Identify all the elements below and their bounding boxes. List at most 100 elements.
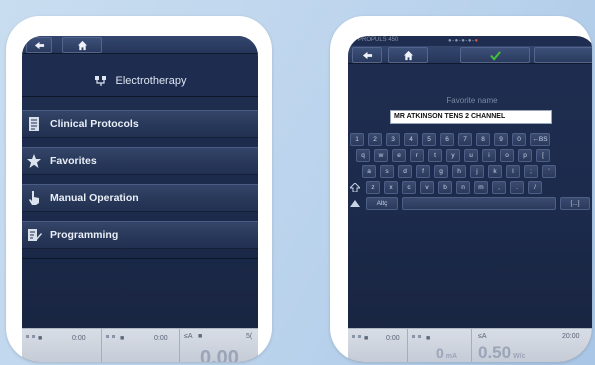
status-bar: ■ 0:00 ■ 0:00 ≤A ■ 5( 0.00 — [22, 328, 258, 362]
keyboard-key[interactable]: s — [380, 165, 394, 178]
keyboard-key[interactable]: 6 — [440, 133, 454, 146]
keyboard-key[interactable]: z — [366, 181, 380, 194]
keyboard-key[interactable]: 4 — [404, 133, 418, 146]
keyboard-key[interactable]: 2 — [368, 133, 382, 146]
channel-indicator-icon: ■ — [364, 335, 369, 342]
back-arrow-icon — [34, 41, 44, 49]
channel-indicator-icon: ■ — [426, 335, 431, 342]
top-toolbar — [348, 46, 592, 64]
divider — [22, 96, 258, 97]
channel-indicator-icon: ■ — [198, 333, 203, 340]
intensity-readout: 0.00 — [200, 347, 239, 362]
channel-indicator-icon: ■ — [120, 335, 125, 342]
empty-toolbar-button[interactable] — [534, 47, 592, 63]
divider — [22, 258, 258, 259]
keyboard-key[interactable]: x — [384, 181, 398, 194]
document-icon — [22, 110, 46, 138]
channel-indicator-icon: ■ — [38, 335, 43, 342]
keyboard-key[interactable]: v — [420, 181, 434, 194]
favorite-name-field[interactable]: MR ATKINSON TENS 2 CHANNEL — [390, 110, 552, 124]
keyboard-key[interactable]: f — [416, 165, 430, 178]
space-bar[interactable] — [402, 197, 556, 210]
home-button[interactable] — [62, 37, 102, 53]
electrodes-icon — [106, 335, 115, 338]
edit-document-icon — [22, 221, 46, 249]
menu-item-programming[interactable]: Programming — [22, 221, 258, 249]
keyboard-key[interactable]: t — [428, 149, 442, 162]
page-title-label: Electrotherapy — [115, 75, 187, 87]
keyboard-key[interactable]: a — [362, 165, 376, 178]
back-button[interactable] — [26, 37, 52, 53]
arrow-up-icon — [350, 200, 360, 207]
keyboard-key[interactable]: ' — [542, 165, 556, 178]
keyboard-key[interactable]: j — [470, 165, 484, 178]
keyboard-key[interactable]: 1 — [350, 133, 364, 146]
keyboard-key[interactable]: 7 — [458, 133, 472, 146]
home-button[interactable] — [388, 47, 428, 63]
menu-item-favorites[interactable]: Favorites — [22, 147, 258, 175]
keyboard-key[interactable]: / — [528, 181, 542, 194]
electrodes-icon — [352, 335, 361, 338]
timer: 0:00 — [386, 335, 400, 342]
keyboard-key[interactable]: c — [402, 181, 416, 194]
keyboard-key[interactable]: , — [492, 181, 506, 194]
back-button[interactable] — [352, 47, 382, 63]
back-arrow-icon — [362, 51, 372, 59]
keyboard-key[interactable]: y — [446, 149, 460, 162]
keyboard-key[interactable]: u — [464, 149, 478, 162]
keyboard-key[interactable]: ←BS — [530, 133, 550, 146]
keyboard-key[interactable]: p — [518, 149, 532, 162]
electrodes-icon — [26, 335, 35, 338]
keyboard-key[interactable]: k — [488, 165, 502, 178]
keyboard-key[interactable]: n — [456, 181, 470, 194]
keyboard-key[interactable]: 3 — [386, 133, 400, 146]
shift-key[interactable] — [348, 181, 362, 194]
keyboard-key[interactable]: w — [374, 149, 388, 162]
status-bar: ■ 0:00 ■ 0 mA ≤A 20:00 0.50 W/c — [348, 328, 592, 362]
keyboard-key[interactable]: [ — [536, 149, 550, 162]
keyboard-key[interactable]: 0 — [512, 133, 526, 146]
menu-item-label: Favorites — [50, 155, 97, 167]
menu-item-clinical-protocols[interactable]: Clinical Protocols — [22, 110, 258, 138]
keyboard-key[interactable]: r — [410, 149, 424, 162]
keyboard-key[interactable]: 9 — [494, 133, 508, 146]
alt-key[interactable]: Altç — [366, 197, 398, 210]
keyboard-key[interactable]: l — [506, 165, 520, 178]
keyboard-key[interactable]: 5 — [422, 133, 436, 146]
confirm-button[interactable] — [460, 47, 530, 63]
current-readout: 0 mA — [436, 345, 458, 361]
ultrasound-icon: ≤A — [478, 333, 487, 340]
keyboard-key[interactable]: o — [500, 149, 514, 162]
keyboard-key[interactable]: e — [392, 149, 406, 162]
device-frame-right: PROPULS 450 ●-●-●-●-● Favorite name MR A… — [330, 16, 592, 362]
favorite-name-screen: PROPULS 450 ●-●-●-●-● Favorite name MR A… — [348, 36, 592, 362]
power-readout: 0.50 W/c — [478, 343, 526, 362]
symbol-toggle-key[interactable] — [348, 197, 362, 210]
menu-item-label: Clinical Protocols — [50, 118, 139, 130]
edge-value: 5( — [246, 333, 253, 340]
page-title: Electrotherapy — [22, 70, 258, 92]
keyboard-key[interactable]: 8 — [476, 133, 490, 146]
keyboard-key[interactable]: ; — [524, 165, 538, 178]
keyboard-key[interactable]: h — [452, 165, 466, 178]
status-cell: ■ 0:00 — [348, 329, 408, 362]
status-cell: ■ 0:00 — [102, 329, 180, 362]
keyboard-key[interactable]: . — [510, 181, 524, 194]
status-cell: ■ 0 mA — [408, 329, 472, 362]
hand-pointer-icon — [22, 184, 46, 212]
electrotherapy-screen: Electrotherapy Clinical Protocols Favori… — [22, 36, 258, 362]
keyboard-key[interactable]: g — [434, 165, 448, 178]
keyboard-key[interactable]: i — [482, 149, 496, 162]
home-icon — [403, 50, 413, 60]
electrodes-icon — [94, 76, 106, 86]
keyboard-key[interactable]: b — [438, 181, 452, 194]
status-cell: ■ 0:00 — [22, 329, 102, 362]
bracket-key[interactable]: [...] — [560, 197, 590, 210]
keyboard-key[interactable]: d — [398, 165, 412, 178]
keyboard-key[interactable]: m — [474, 181, 488, 194]
electrodes-icon — [412, 335, 421, 338]
keyboard-key[interactable]: q — [356, 149, 370, 162]
ultrasound-icon: ≤A — [184, 333, 193, 340]
menu-item-manual-operation[interactable]: Manual Operation — [22, 184, 258, 212]
timer: 20:00 — [562, 333, 580, 340]
